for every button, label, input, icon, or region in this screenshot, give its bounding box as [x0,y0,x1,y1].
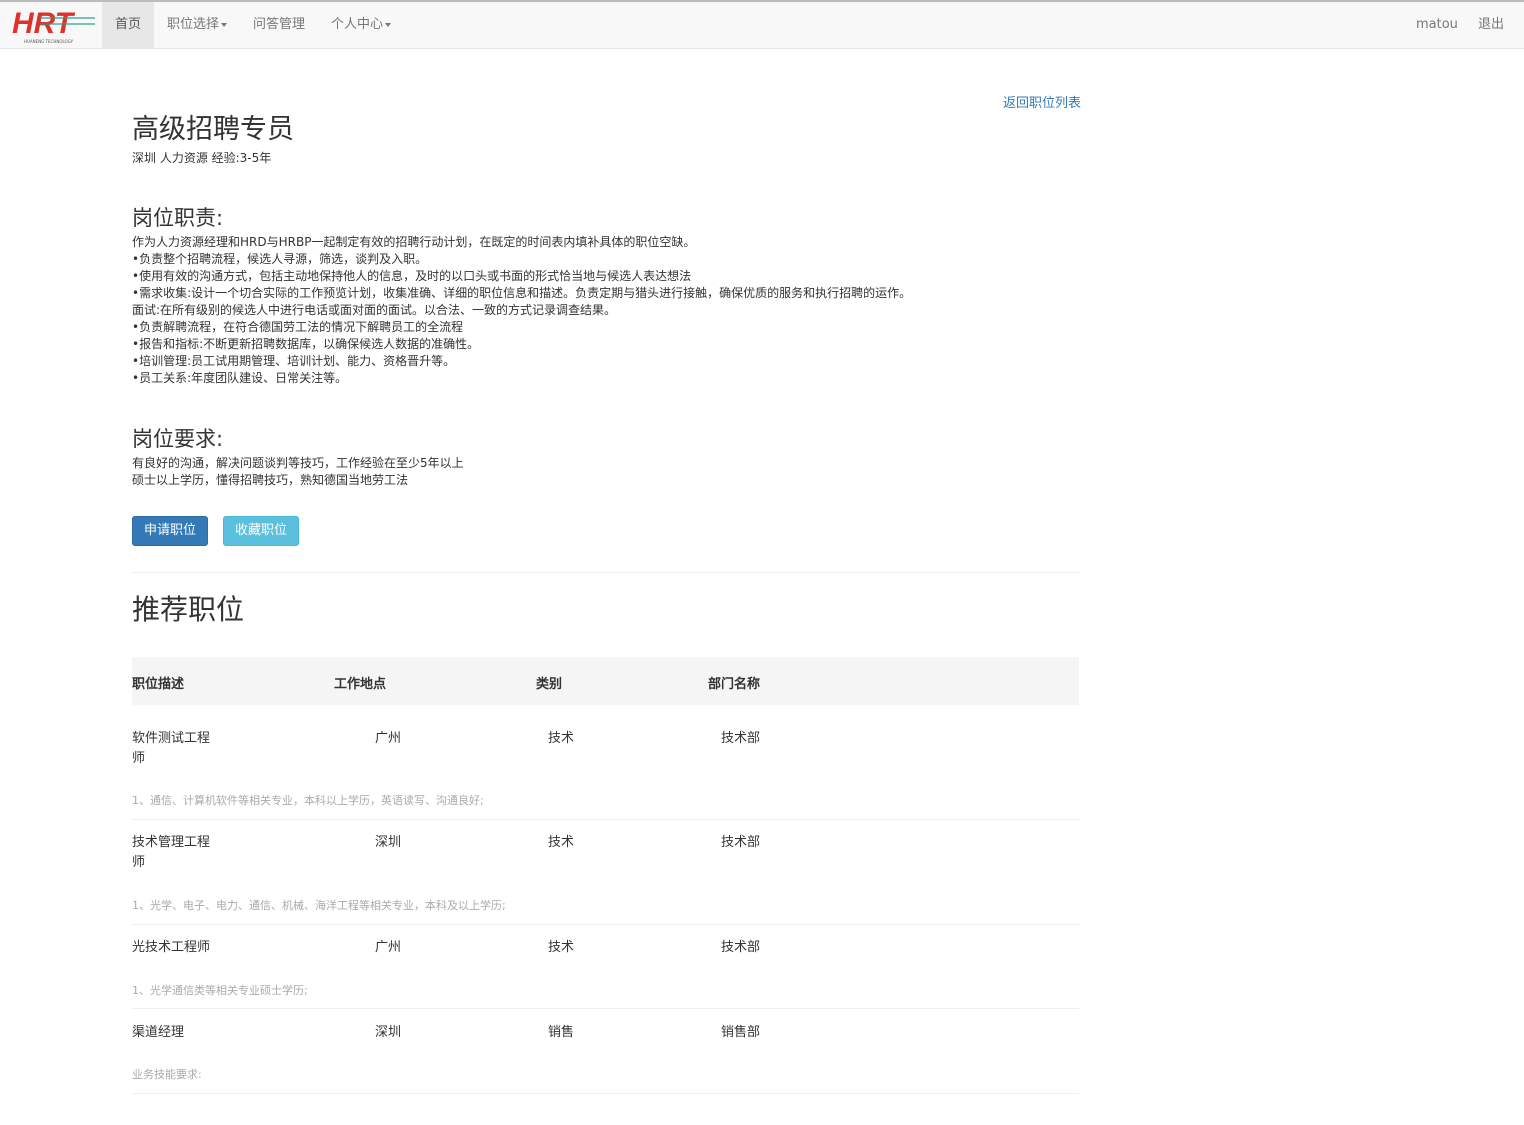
back-to-list-link[interactable]: 返回职位列表 [1003,92,1081,111]
job-name-link[interactable]: 技术管理工程师 [132,833,222,873]
job-summary: 1、光学通信类等相关专业硕士学历; [132,984,308,997]
requirements-list: 有良好的沟通，解决问题谈判等技巧，工作经验在至少5年以上 硕士以上学历，懂得招聘… [132,455,464,489]
job-name-link[interactable]: 软件测试工程师 [132,729,222,769]
svg-text:HUANENG TECHNOLOGY: HUANENG TECHNOLOGY [24,39,74,44]
duties-list: 作为人力资源经理和HRD与HRBP一起制定有效的招聘行动计划，在既定的时间表内填… [132,234,911,387]
recommend-title: 推荐职位 [132,593,245,626]
job-city: 深圳 [375,835,402,850]
job-category: 销售 [548,1025,575,1040]
nav-qa[interactable]: 问答管理 [240,2,318,49]
header-department: 部门名称 [708,677,761,692]
duty-line: •员工关系:年度团队建设、日常关注等。 [132,371,348,385]
nav-job-select-label: 职位选择 [167,17,220,32]
navbar: HRT HUANENG TECHNOLOGY 首页 职位选择 问答管理 个人中心… [0,0,1524,49]
divider [132,572,1079,573]
row-divider [132,819,1079,820]
job-name-link[interactable]: 渠道经理 [132,1023,332,1043]
nav-home[interactable]: 首页 [102,2,155,49]
duty-line: 面试:在所有级别的候选人中进行电话或面对面的面试。以合法、一致的方式记录调查结果… [132,303,617,317]
duties-heading: 岗位职责: [132,206,224,230]
job-city: 广州 [375,940,402,955]
nav-job-select[interactable]: 职位选择 [154,2,240,49]
job-category: 技术 [548,835,575,850]
duty-line: •培训管理:员工试用期管理、培训计划、能力、资格晋升等。 [132,354,456,368]
table-header: 职位描述 工作地点 类别 部门名称 [132,657,1079,705]
job-name-link[interactable]: 光技术工程师 [132,938,332,958]
duty-line: •使用有效的沟通方式，包括主动地保持他人的信息，及时的以口头或书面的形式恰当地与… [132,269,692,283]
job-city: 广州 [375,731,402,746]
duty-line: •负责解聘流程，在符合德国劳工法的情况下解聘员工的全流程 [132,320,464,334]
duty-line: •需求收集:设计一个切合实际的工作预览计划，收集准确、详细的职位信息和描述。负责… [132,286,912,300]
row-divider [132,924,1079,925]
caret-down-icon [221,22,228,27]
job-department: 技术部 [721,835,761,850]
requirement-line: 有良好的沟通，解决问题谈判等技巧，工作经验在至少5年以上 [132,456,464,470]
duty-line: 作为人力资源经理和HRD与HRBP一起制定有效的招聘行动计划，在既定的时间表内填… [132,235,696,249]
header-location: 工作地点 [334,677,387,692]
job-department: 销售部 [721,1025,761,1040]
duty-line: •报告和指标:不断更新招聘数据库，以确保候选人数据的准确性。 [132,337,480,351]
apply-button[interactable]: 申请职位 [132,516,209,546]
row-divider [132,1008,1079,1009]
nav-logout[interactable]: 退出 [1465,2,1517,49]
job-city: 深圳 [375,1025,402,1040]
job-department: 技术部 [721,940,761,955]
row-divider [132,1093,1079,1094]
duty-line: •负责整个招聘流程，候选人寻源，筛选，谈判及入职。 [132,252,428,266]
nav-personal-label: 个人中心 [331,17,384,32]
job-department: 技术部 [721,731,761,746]
requirements-heading: 岗位要求: [132,427,224,451]
hrt-logo[interactable]: HRT HUANENG TECHNOLOGY [10,5,100,47]
job-category: 技术 [548,940,575,955]
job-summary: 业务技能要求: [132,1068,202,1081]
nav-personal[interactable]: 个人中心 [318,2,404,49]
job-summary: 1、光学、电子、电力、通信、机械、海洋工程等相关专业，本科及以上学历; [132,899,506,912]
job-category: 技术 [548,731,575,746]
job-title: 高级招聘专员 [132,114,294,145]
requirement-line: 硕士以上学历，懂得招聘技巧，熟知德国当地劳工法 [132,473,409,487]
job-summary: 1、通信、计算机软件等相关专业，本科以上学历，英语读写、沟通良好; [132,794,484,807]
nav-user[interactable]: matou [1403,2,1471,49]
header-description: 职位描述 [132,677,185,692]
favorite-button[interactable]: 收藏职位 [223,516,300,546]
header-category: 类别 [536,677,563,692]
caret-down-icon [385,22,392,27]
job-meta: 深圳 人力资源 经验:3-5年 [132,151,272,165]
